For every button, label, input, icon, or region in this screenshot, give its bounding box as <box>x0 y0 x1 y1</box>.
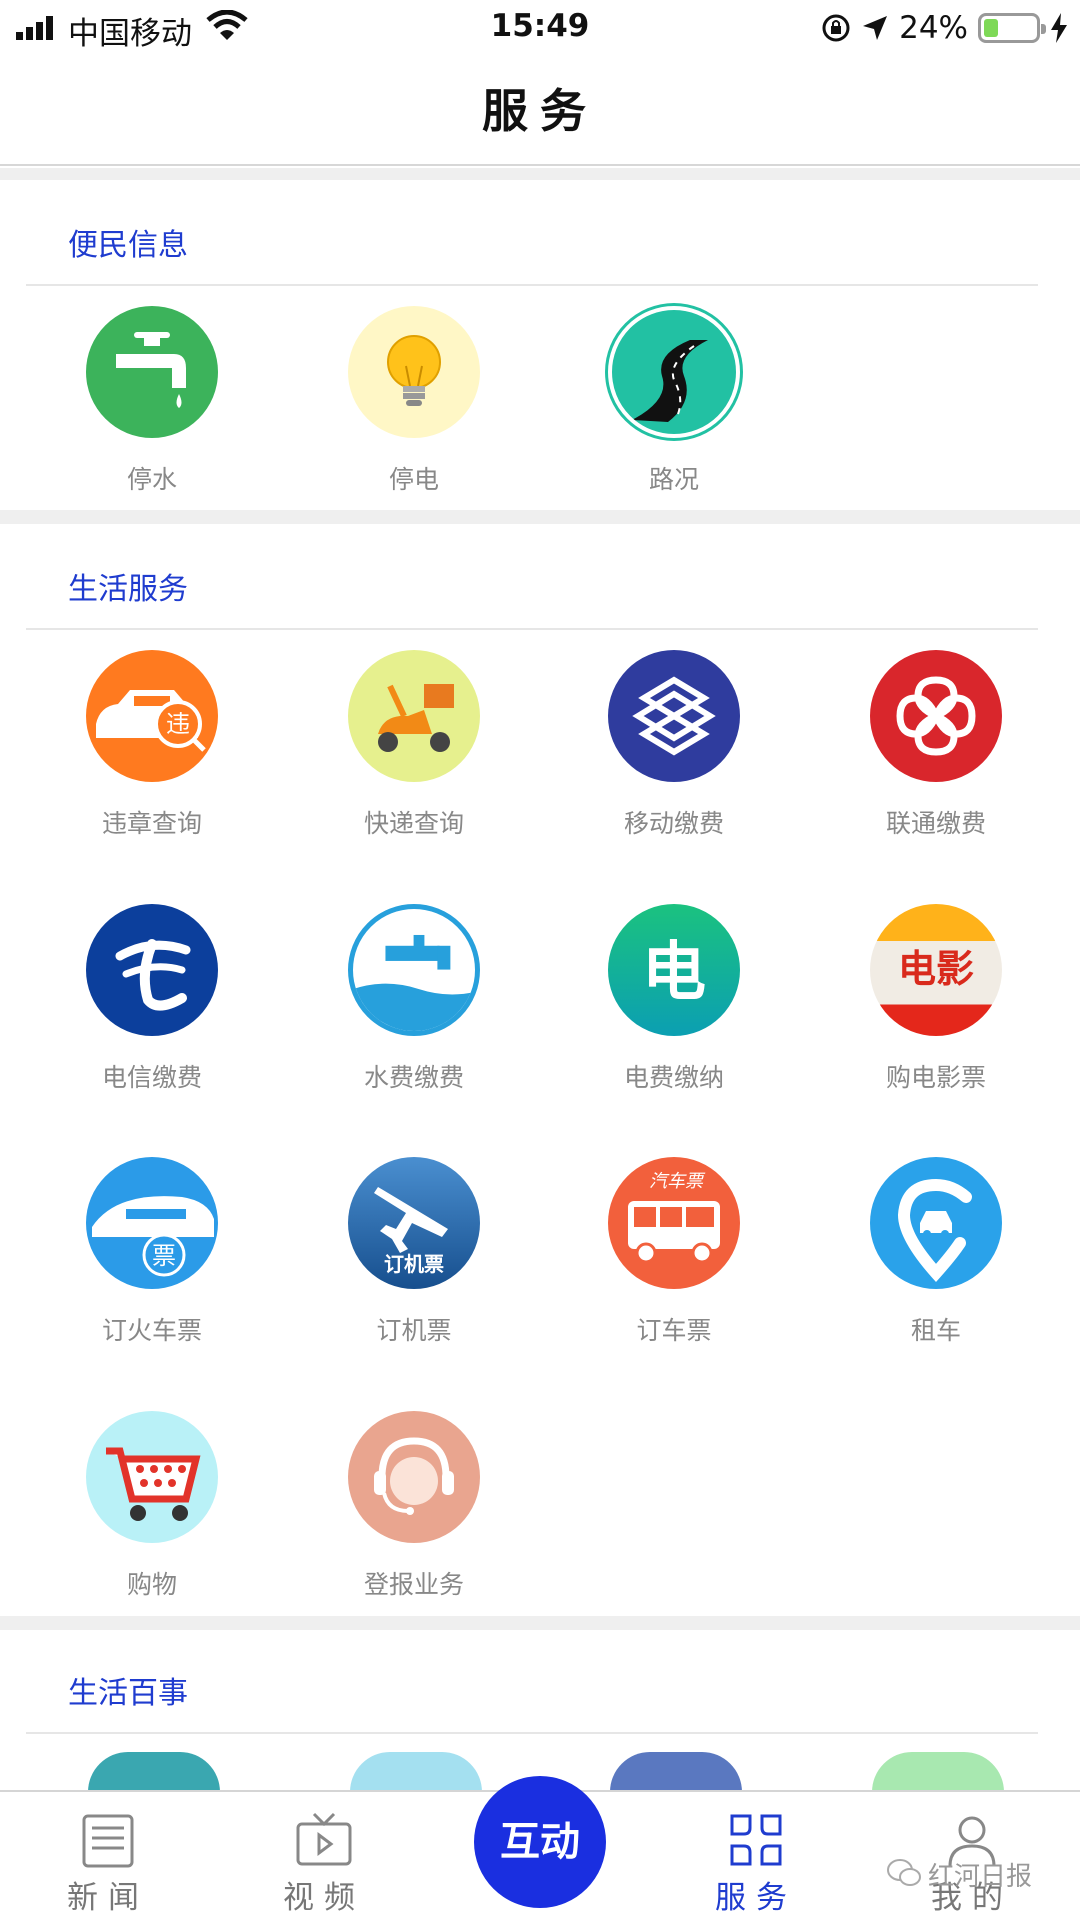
tile-label: 登报业务 <box>363 1570 464 1599</box>
customer-service-icon <box>348 1411 480 1543</box>
tile-label: 购物 <box>126 1570 177 1599</box>
divider <box>26 284 1038 286</box>
tile-water-outage[interactable]: 停水 <box>22 306 282 496</box>
road-icon <box>608 306 740 438</box>
wechat-watermark-icon <box>887 1859 921 1886</box>
section-gap <box>0 510 1080 524</box>
rotation-lock-icon <box>822 14 850 42</box>
tile-newspaper-ads[interactable]: 登报业务 <box>284 1411 544 1601</box>
section-gap <box>0 1616 1080 1630</box>
tile-train-ticket[interactable]: 票 订火车票 <box>22 1157 282 1347</box>
faucet-icon <box>86 306 218 438</box>
tile-water-bill[interactable]: 水费缴费 <box>284 904 544 1094</box>
news-icon <box>82 1814 134 1868</box>
partial-house-icon <box>88 1752 220 1792</box>
service-grid-icon <box>730 1814 782 1866</box>
partial-home-icon <box>872 1752 1004 1792</box>
page-title: 服务 <box>482 84 598 138</box>
plane-icon: 订机票 <box>348 1157 480 1289</box>
tile-mobile-payment[interactable]: 移动缴费 <box>544 650 804 840</box>
section-title-life-services: 生活服务 <box>68 572 188 607</box>
tile-unicom-payment[interactable]: 联通缴费 <box>806 650 1066 840</box>
location-arrow-icon <box>863 16 888 40</box>
tile-label: 联通缴费 <box>885 809 986 838</box>
nav-service[interactable]: 服务 <box>676 1792 836 1920</box>
nav-label: 新闻 <box>67 1880 149 1916</box>
tile-shopping[interactable]: 购物 <box>22 1411 282 1601</box>
section-gap <box>0 168 1080 180</box>
car-violation-icon: 违 <box>86 650 218 782</box>
train-icon: 票 <box>86 1157 218 1289</box>
tile-label: 移动缴费 <box>623 809 724 838</box>
nav-label: 视频 <box>283 1880 365 1916</box>
tile-label: 订火车票 <box>101 1316 202 1345</box>
watermark-text: 红河日报 <box>928 1862 1033 1892</box>
partial-building-icon <box>350 1752 482 1792</box>
tile-traffic-violation[interactable]: 违 违章查询 <box>22 650 282 840</box>
water-bill-icon <box>348 904 480 1036</box>
tile-car-rental[interactable]: 租车 <box>806 1157 1066 1347</box>
tile-label: 水费缴费 <box>363 1063 464 1092</box>
china-mobile-icon <box>608 650 740 782</box>
bus-ticket-text: 汽车票 <box>649 1171 706 1192</box>
electric-bill-icon: 电 <box>608 904 740 1036</box>
video-icon <box>296 1812 352 1866</box>
tile-label: 订机票 <box>376 1316 452 1345</box>
tile-label: 租车 <box>910 1316 961 1345</box>
plane-ticket-text: 订机票 <box>384 1252 444 1276</box>
partial-people-icon <box>610 1752 742 1792</box>
tile-label: 电费缴纳 <box>623 1063 724 1092</box>
tile-power-outage[interactable]: 停电 <box>284 306 544 496</box>
china-telecom-icon <box>86 904 218 1036</box>
movie-ticket-icon: 电影 <box>870 904 1002 1036</box>
tile-label: 购电影票 <box>885 1063 986 1092</box>
tile-electric-bill[interactable]: 电 电费缴纳 <box>544 904 804 1094</box>
nav-label: 服务 <box>715 1880 797 1916</box>
bus-icon: 汽车票 <box>608 1157 740 1289</box>
tile-label: 电信缴费 <box>101 1063 202 1092</box>
divider <box>26 628 1038 630</box>
tile-label: 停电 <box>388 465 439 494</box>
tile-express-query[interactable]: 快递查询 <box>284 650 544 840</box>
lightbulb-icon <box>348 306 480 438</box>
electric-char: 电 <box>642 935 706 1010</box>
nav-news[interactable]: 新闻 <box>28 1792 188 1920</box>
battery-percent: 24% <box>899 10 968 46</box>
battery-icon <box>978 13 1046 43</box>
nav-video[interactable]: 视频 <box>244 1792 404 1920</box>
tile-label: 订车票 <box>636 1316 712 1345</box>
tile-plane-ticket[interactable]: 订机票 订机票 <box>284 1157 544 1347</box>
tile-bus-ticket[interactable]: 汽车票 订车票 <box>544 1157 804 1347</box>
tile-traffic[interactable]: 路况 <box>544 306 804 496</box>
interact-button[interactable]: 互动 <box>474 1776 606 1908</box>
tile-label: 停水 <box>126 465 177 494</box>
scooter-icon <box>348 650 480 782</box>
section-title-life-matters: 生活百事 <box>68 1676 188 1711</box>
tile-movie-ticket[interactable]: 电影 购电影票 <box>806 904 1066 1094</box>
violation-badge-text: 违 <box>166 710 190 738</box>
china-unicom-icon <box>870 650 1002 782</box>
shopping-cart-icon <box>86 1411 218 1543</box>
car-rental-icon <box>870 1157 1002 1289</box>
charging-bolt-icon <box>1051 13 1067 43</box>
ticket-char: 票 <box>152 1242 176 1270</box>
divider <box>26 1732 1038 1734</box>
section-title-convenience: 便民信息 <box>68 228 188 263</box>
page-header: 服务 <box>0 56 1080 166</box>
tile-label: 路况 <box>648 465 699 494</box>
tile-telecom-payment[interactable]: 电信缴费 <box>22 904 282 1094</box>
status-bar: 中国移动 15:49 24% <box>0 0 1080 56</box>
tile-label: 快递查询 <box>363 809 464 838</box>
movie-text: 电影 <box>898 947 974 991</box>
tile-label: 违章查询 <box>101 809 202 838</box>
